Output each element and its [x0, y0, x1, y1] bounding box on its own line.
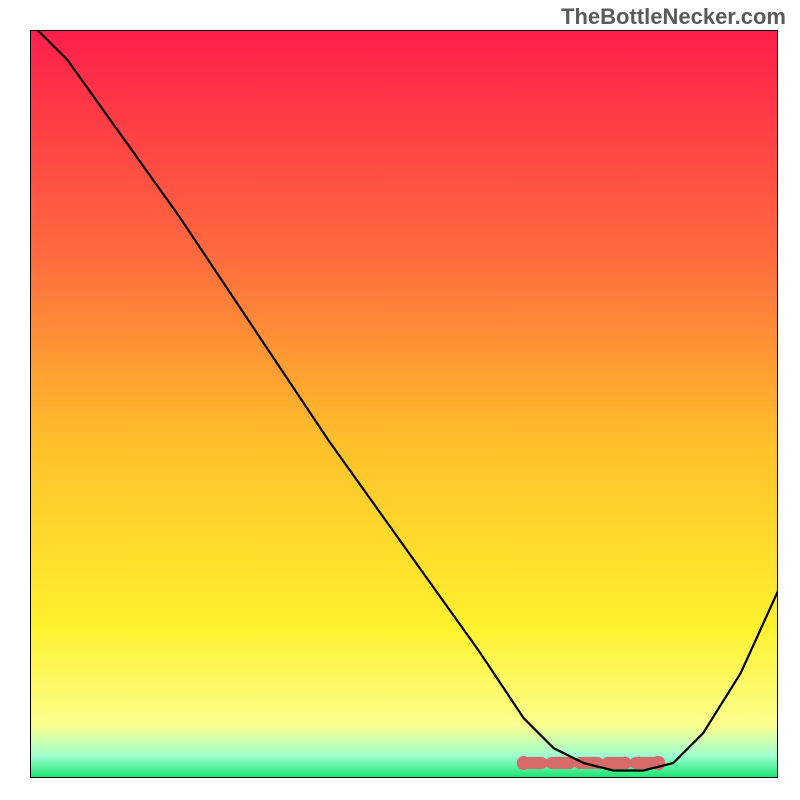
highlight-cap-left — [517, 756, 531, 770]
chart-plot-area — [30, 30, 778, 778]
watermark-text: TheBottleNecker.com — [561, 4, 786, 30]
chart-svg — [30, 30, 778, 778]
chart-background — [30, 30, 778, 778]
